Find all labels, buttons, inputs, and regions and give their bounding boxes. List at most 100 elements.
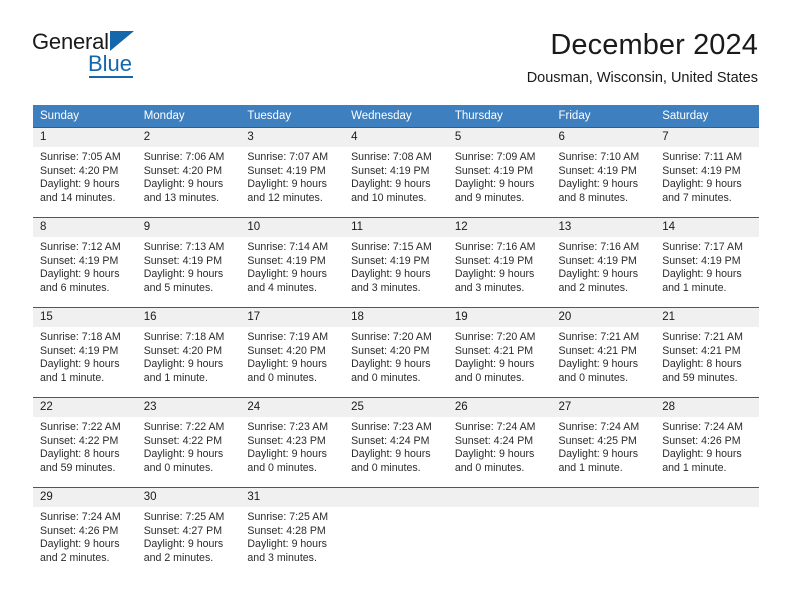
day-number: 20 xyxy=(551,308,656,327)
day-details: Sunrise: 7:09 AM Sunset: 4:19 PM Daylight:… xyxy=(448,147,552,205)
daylight-text-line2: and 8 minutes. xyxy=(558,191,629,204)
sunrise-text: Sunrise: 7:23 AM xyxy=(351,421,432,433)
day-number: 27 xyxy=(551,398,656,417)
daylight-text-line1: Daylight: 9 hours xyxy=(662,448,742,461)
daylight-text-line2: and 1 minute. xyxy=(662,281,727,294)
sunrise-text: Sunrise: 7:18 AM xyxy=(40,331,121,343)
day-number: 2 xyxy=(136,128,241,147)
daylight-text-line1: Daylight: 9 hours xyxy=(351,448,431,461)
day-number: 7 xyxy=(655,128,759,147)
day-cell[interactable]: 14 Sunrise: 7:17 AM Sunset: 4:19 PM Dayligh… xyxy=(655,217,759,308)
day-cell[interactable]: 11 Sunrise: 7:15 AM Sunset: 4:19 PM Dayligh… xyxy=(344,217,448,308)
daylight-text-line2: and 1 minute. xyxy=(40,371,105,384)
sunrise-text: Sunrise: 7:05 AM xyxy=(40,151,121,163)
sunset-text: Sunset: 4:21 PM xyxy=(662,344,741,357)
day-cell[interactable]: 25 Sunrise: 7:23 AM Sunset: 4:24 PM Dayligh… xyxy=(344,397,448,488)
day-cell[interactable]: 7 Sunrise: 7:11 AM Sunset: 4:19 PM Daylight… xyxy=(655,127,759,218)
daylight-text-line1: Daylight: 9 hours xyxy=(558,448,639,461)
daylight-text-line1: Daylight: 9 hours xyxy=(40,268,120,281)
day-cell[interactable]: 30 Sunrise: 7:25 AM Sunset: 4:27 PM Dayligh… xyxy=(136,487,241,571)
sunset-text: Sunset: 4:24 PM xyxy=(454,434,534,447)
day-details: Sunrise: 7:11 AM Sunset: 4:19 PM Daylight:… xyxy=(655,147,759,205)
day-cell[interactable]: 26 Sunrise: 7:24 AM Sunset: 4:24 PM Dayligh… xyxy=(447,397,552,488)
day-cell[interactable]: 5 Sunrise: 7:09 AM Sunset: 4:19 PM Daylight… xyxy=(447,127,552,218)
sunset-text: Sunset: 4:20 PM xyxy=(247,344,326,357)
sunset-text: Sunset: 4:26 PM xyxy=(40,524,119,537)
day-cell[interactable]: 21 Sunrise: 7:21 AM Sunset: 4:21 PM Dayligh… xyxy=(655,307,759,398)
day-cell[interactable]: 28 Sunrise: 7:24 AM Sunset: 4:26 PM Dayligh… xyxy=(655,397,759,488)
sunset-text: Sunset: 4:20 PM xyxy=(40,164,119,177)
day-details: Sunrise: 7:10 AM Sunset: 4:19 PM Daylight:… xyxy=(552,147,656,205)
daylight-text-line2: and 2 minutes. xyxy=(40,551,110,564)
day-details: Sunrise: 7:21 AM Sunset: 4:21 PM Daylight:… xyxy=(655,327,759,385)
day-cell[interactable]: 24 Sunrise: 7:23 AM Sunset: 4:23 PM Dayligh… xyxy=(240,397,345,488)
day-number: 23 xyxy=(136,398,241,417)
day-cell[interactable]: 2 Sunrise: 7:06 AM Sunset: 4:20 PM Daylight… xyxy=(136,127,241,218)
day-cell[interactable]: 4 Sunrise: 7:08 AM Sunset: 4:19 PM Daylight… xyxy=(344,127,448,218)
week-row: 29 Sunrise: 7:24 AM Sunset: 4:26 PM Dayligh… xyxy=(33,487,759,571)
day-cell[interactable]: 3 Sunrise: 7:07 AM Sunset: 4:19 PM Daylight… xyxy=(240,127,345,218)
daylight-text-line1: Daylight: 9 hours xyxy=(247,178,327,191)
weekday-header-wednesday: Wednesday xyxy=(344,105,448,128)
daylight-text-line2: and 9 minutes. xyxy=(454,191,525,204)
daylight-text-line2: and 0 minutes. xyxy=(247,371,317,384)
day-number xyxy=(447,488,552,507)
day-number: 30 xyxy=(136,488,241,507)
day-cell[interactable]: 22 Sunrise: 7:22 AM Sunset: 4:22 PM Dayligh… xyxy=(33,397,137,488)
sunset-text: Sunset: 4:19 PM xyxy=(558,164,637,177)
sunset-text: Sunset: 4:20 PM xyxy=(143,164,223,177)
day-details: Sunrise: 7:24 AM Sunset: 4:26 PM Daylight:… xyxy=(33,507,137,565)
sunrise-text: Sunrise: 7:20 AM xyxy=(351,331,432,343)
daylight-text-line1: Daylight: 9 hours xyxy=(454,178,535,191)
day-details: Sunrise: 7:22 AM Sunset: 4:22 PM Daylight:… xyxy=(137,417,241,475)
daylight-text-line1: Daylight: 9 hours xyxy=(247,268,327,281)
daylight-text-line2: and 3 minutes. xyxy=(247,551,317,564)
day-cell[interactable]: 8 Sunrise: 7:12 AM Sunset: 4:19 PM Daylight… xyxy=(33,217,137,308)
day-details: Sunrise: 7:15 AM Sunset: 4:19 PM Daylight:… xyxy=(344,237,448,295)
sunrise-text: Sunrise: 7:09 AM xyxy=(454,151,536,163)
weekday-header-row: Sunday Monday Tuesday Wednesday Thursday… xyxy=(33,105,759,128)
day-cell[interactable]: 20 Sunrise: 7:21 AM Sunset: 4:21 PM Dayligh… xyxy=(551,307,656,398)
sunset-text: Sunset: 4:27 PM xyxy=(143,524,223,537)
daylight-text-line1: Daylight: 9 hours xyxy=(454,448,535,461)
day-details: Sunrise: 7:05 AM Sunset: 4:20 PM Daylight:… xyxy=(33,147,137,205)
day-cell[interactable]: 18 Sunrise: 7:20 AM Sunset: 4:20 PM Dayligh… xyxy=(344,307,448,398)
daylight-text-line1: Daylight: 8 hours xyxy=(40,448,120,461)
day-cell[interactable]: 19 Sunrise: 7:20 AM Sunset: 4:21 PM Dayligh… xyxy=(447,307,552,398)
day-cell[interactable]: 13 Sunrise: 7:16 AM Sunset: 4:19 PM Dayligh… xyxy=(551,217,656,308)
day-cell[interactable]: 15 Sunrise: 7:18 AM Sunset: 4:19 PM Dayligh… xyxy=(33,307,137,398)
day-cell[interactable]: 23 Sunrise: 7:22 AM Sunset: 4:22 PM Dayligh… xyxy=(136,397,241,488)
daylight-text-line2: and 59 minutes. xyxy=(662,371,738,384)
daylight-text-line2: and 1 minute. xyxy=(558,461,623,474)
sunset-text: Sunset: 4:19 PM xyxy=(247,164,326,177)
day-details: Sunrise: 7:08 AM Sunset: 4:19 PM Daylight:… xyxy=(344,147,448,205)
daylight-text-line1: Daylight: 9 hours xyxy=(662,268,742,281)
day-details: Sunrise: 7:21 AM Sunset: 4:21 PM Daylight:… xyxy=(552,327,656,385)
daylight-text-line1: Daylight: 9 hours xyxy=(454,358,535,371)
day-details: Sunrise: 7:23 AM Sunset: 4:23 PM Daylight:… xyxy=(240,417,344,475)
day-cell-empty xyxy=(551,487,656,571)
sunrise-text: Sunrise: 7:06 AM xyxy=(143,151,225,163)
day-cell[interactable]: 27 Sunrise: 7:24 AM Sunset: 4:25 PM Dayligh… xyxy=(551,397,656,488)
day-cell[interactable]: 31 Sunrise: 7:25 AM Sunset: 4:28 PM Dayligh… xyxy=(240,487,345,571)
day-cell[interactable]: 1 Sunrise: 7:05 AM Sunset: 4:20 PM Daylight… xyxy=(33,127,137,218)
daylight-text-line1: Daylight: 9 hours xyxy=(558,358,639,371)
day-cell[interactable]: 17 Sunrise: 7:19 AM Sunset: 4:20 PM Dayligh… xyxy=(240,307,345,398)
sunrise-text: Sunrise: 7:25 AM xyxy=(247,511,329,523)
day-cell[interactable]: 16 Sunrise: 7:18 AM Sunset: 4:20 PM Dayligh… xyxy=(136,307,241,398)
day-details: Sunrise: 7:24 AM Sunset: 4:25 PM Daylight:… xyxy=(552,417,656,475)
sunset-text: Sunset: 4:20 PM xyxy=(351,344,430,357)
day-cell[interactable]: 12 Sunrise: 7:16 AM Sunset: 4:19 PM Dayligh… xyxy=(447,217,552,308)
day-cell[interactable]: 6 Sunrise: 7:10 AM Sunset: 4:19 PM Daylight… xyxy=(551,127,656,218)
weekday-header-tuesday: Tuesday xyxy=(240,105,345,128)
day-cell[interactable]: 29 Sunrise: 7:24 AM Sunset: 4:26 PM Dayligh… xyxy=(33,487,137,571)
daylight-text-line2: and 0 minutes. xyxy=(143,461,214,474)
general-blue-logo[interactable]: General Blue xyxy=(32,30,242,90)
location-subtitle: Dousman, Wisconsin, United States xyxy=(526,70,758,86)
day-cell[interactable]: 9 Sunrise: 7:13 AM Sunset: 4:19 PM Daylight… xyxy=(136,217,241,308)
day-number: 11 xyxy=(344,218,448,237)
day-cell[interactable]: 10 Sunrise: 7:14 AM Sunset: 4:19 PM Dayligh… xyxy=(240,217,345,308)
day-number: 26 xyxy=(447,398,552,417)
daylight-text-line2: and 0 minutes. xyxy=(454,461,525,474)
daylight-text-line2: and 3 minutes. xyxy=(454,281,525,294)
